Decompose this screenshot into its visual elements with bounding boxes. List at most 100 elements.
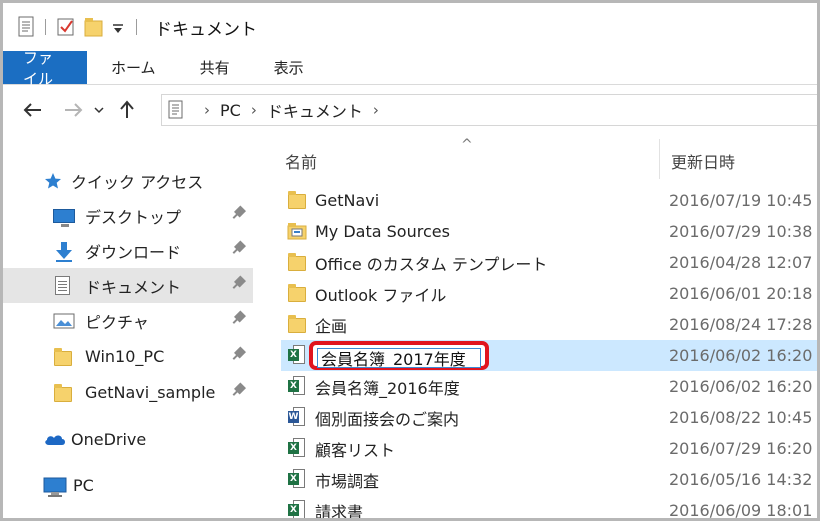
title-separator	[45, 19, 46, 35]
sidebar-item-label: ドキュメント	[85, 277, 182, 297]
sidebar-item-label: OneDrive	[71, 430, 147, 449]
file-name: 市場調査	[315, 471, 380, 491]
explorer-window: ドキュメント ファイル ホーム 共有 表示 › PC › ドキュメント › クイ…	[0, 0, 820, 521]
file-name: 請求書	[315, 502, 364, 521]
list-item[interactable]: X 顧客リスト 2016/07/29 16:20	[281, 433, 817, 464]
pin-icon[interactable]	[233, 240, 247, 258]
sidebar-item-win10-pc[interactable]: Win10_PC	[3, 339, 253, 374]
cloud-icon	[43, 430, 65, 450]
file-list: ^ 名前 更新日時 GetNavi 2016/07/19 10:45 My Da…	[261, 135, 817, 521]
word-file-icon: W	[287, 407, 307, 427]
file-name: My Data Sources	[315, 222, 450, 241]
excel-file-icon: X	[287, 345, 307, 365]
sidebar-item-label: GetNavi_sample	[85, 383, 216, 402]
list-item[interactable]: X 請求書 2016/06/09 18:01	[281, 495, 817, 521]
navigation-pane: クイック アクセス デスクトップ ダウンロード ドキュメント ピクチャ Win1…	[3, 135, 261, 518]
tab-home[interactable]: ホーム	[87, 51, 176, 84]
window-title: ドキュメント	[155, 19, 257, 40]
title-bar: ドキュメント	[3, 3, 817, 51]
sort-ascending-icon: ^	[461, 137, 473, 153]
sidebar-item-desktop[interactable]: デスクトップ	[3, 198, 253, 233]
list-item[interactable]: GetNavi 2016/07/19 10:45	[281, 185, 817, 216]
column-header-name[interactable]: 名前	[285, 149, 317, 173]
new-folder-icon[interactable]	[84, 16, 103, 38]
pin-icon[interactable]	[233, 205, 247, 223]
excel-file-icon: X	[287, 469, 307, 489]
sidebar-item-onedrive[interactable]: OneDrive	[3, 422, 253, 457]
sidebar-item-label: Win10_PC	[85, 347, 165, 366]
file-name: GetNavi	[315, 191, 380, 210]
breadcrumb-pc[interactable]: PC	[220, 101, 241, 120]
customize-dropdown-icon[interactable]	[112, 16, 124, 38]
file-name: Office のカスタム テンプレート	[315, 254, 548, 274]
back-arrow-icon[interactable]	[19, 96, 47, 124]
list-item[interactable]: Outlook ファイル 2016/06/01 20:18	[281, 278, 817, 309]
sidebar-item-label: ダウンロード	[85, 242, 182, 262]
file-date: 2016/07/19 10:45	[669, 191, 813, 210]
navigation-bar: › PC › ドキュメント ›	[3, 85, 817, 135]
pin-icon[interactable]	[233, 275, 247, 293]
list-item[interactable]: 企画 2016/08/24 17:28	[281, 309, 817, 340]
title-separator-2	[136, 19, 137, 35]
data-sources-folder-icon	[287, 221, 307, 241]
breadcrumb-documents[interactable]: ドキュメント	[267, 98, 363, 122]
sidebar-item-label: PC	[73, 476, 94, 495]
file-date: 2016/06/02 16:20	[669, 377, 813, 396]
file-date: 2016/08/24 17:28	[669, 315, 813, 334]
folder-icon	[287, 252, 307, 272]
chevron-down-icon[interactable]	[89, 96, 109, 124]
forward-arrow-icon[interactable]	[59, 96, 87, 124]
sidebar-item-label: デスクトップ	[85, 207, 182, 227]
file-date: 2016/08/22 10:45	[669, 408, 813, 427]
list-item[interactable]: X 会員名簿_2016年度 2016/06/02 16:20	[281, 371, 817, 402]
sidebar-item-pictures[interactable]: ピクチャ	[3, 303, 253, 338]
rename-highlight	[309, 341, 489, 370]
documents-icon	[53, 276, 75, 296]
tab-file[interactable]: ファイル	[3, 49, 87, 88]
column-divider[interactable]	[659, 139, 660, 179]
file-date: 2016/07/29 10:38	[669, 222, 813, 241]
excel-file-icon: X	[287, 500, 307, 518]
file-date: 2016/06/02 16:20	[669, 346, 813, 365]
pin-icon[interactable]	[233, 382, 247, 400]
file-date: 2016/07/29 16:20	[669, 439, 813, 458]
folder-icon	[287, 190, 307, 210]
excel-file-icon: X	[287, 376, 307, 396]
breadcrumb-separator[interactable]: ›	[251, 101, 257, 119]
star-icon	[43, 171, 65, 191]
properties-icon[interactable]	[17, 16, 35, 38]
download-icon	[53, 241, 75, 262]
sidebar-item-quick-access[interactable]: クイック アクセス	[3, 163, 253, 198]
sidebar-item-pc[interactable]: PC	[3, 468, 253, 503]
file-name: 企画	[315, 316, 348, 336]
list-item-selected[interactable]: X 2016/06/02 16:20	[281, 340, 817, 371]
sidebar-item-documents[interactable]: ドキュメント	[3, 268, 253, 303]
list-item[interactable]: W 個別面接会のご案内 2016/08/22 10:45	[281, 402, 817, 433]
folder-icon	[287, 314, 307, 334]
list-item[interactable]: X 市場調査 2016/05/16 14:32	[281, 464, 817, 495]
pictures-icon	[53, 311, 75, 331]
rename-input[interactable]	[317, 348, 481, 368]
tab-share[interactable]: 共有	[176, 51, 250, 84]
pin-icon[interactable]	[233, 346, 247, 364]
sidebar-item-downloads[interactable]: ダウンロード	[3, 233, 253, 268]
sidebar-item-label: ピクチャ	[85, 312, 149, 332]
file-date: 2016/06/01 20:18	[669, 284, 813, 303]
pin-icon[interactable]	[233, 310, 247, 328]
file-name: 顧客リスト	[315, 440, 396, 460]
sidebar-item-label: クイック アクセス	[71, 172, 204, 192]
list-item[interactable]: Office のカスタム テンプレート 2016/04/28 12:07	[281, 247, 817, 278]
address-bar[interactable]: › PC › ドキュメント ›	[161, 94, 817, 126]
column-header-date[interactable]: 更新日時	[671, 149, 735, 173]
excel-file-icon: X	[287, 438, 307, 458]
breadcrumb-separator[interactable]: ›	[373, 101, 379, 119]
file-name: Outlook ファイル	[315, 285, 447, 305]
file-date: 2016/06/09 18:01	[669, 501, 813, 520]
sidebar-item-getnavi-sample[interactable]: GetNavi_sample	[3, 375, 253, 410]
desktop-icon	[53, 206, 75, 227]
breadcrumb-separator[interactable]: ›	[204, 101, 210, 119]
tab-view[interactable]: 表示	[250, 51, 324, 84]
checkmark-icon[interactable]	[56, 16, 74, 38]
up-arrow-icon[interactable]	[113, 96, 141, 124]
list-item[interactable]: My Data Sources 2016/07/29 10:38	[281, 216, 817, 247]
